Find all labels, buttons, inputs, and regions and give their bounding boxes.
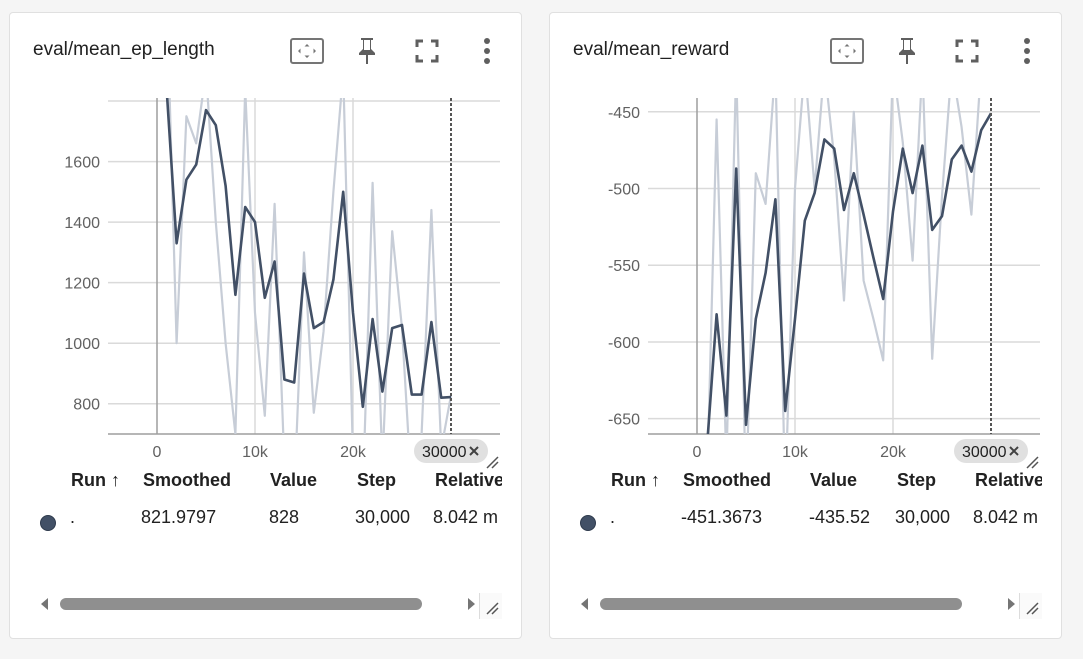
- col-run-header[interactable]: Run ↑: [71, 470, 141, 491]
- resize-handle-icon: [486, 602, 499, 615]
- step-chip-label: 30000: [962, 444, 1007, 461]
- pin-icon: [899, 38, 915, 64]
- y-tick-label: 1000: [64, 336, 100, 353]
- chevron-right-icon[interactable]: [1004, 597, 1018, 611]
- y-tick-label: 1600: [64, 155, 100, 172]
- resize-handle-icon[interactable]: [1025, 455, 1039, 469]
- line-chart[interactable]: -650 -600 -550 -500 -450 0 10k 20k 30000: [550, 83, 1063, 463]
- col-relative-header[interactable]: Relative: [435, 470, 502, 491]
- data-table-header: Run ↑ Smoothed Value Step Relative: [10, 470, 521, 500]
- chevron-right-icon[interactable]: [464, 597, 478, 611]
- fit-to-domain-button[interactable]: [829, 33, 865, 69]
- y-tick-label: 1800: [64, 94, 100, 111]
- y-tick-label: 1400: [64, 215, 100, 232]
- chevron-left-icon[interactable]: [578, 597, 592, 611]
- pin-button[interactable]: [349, 33, 385, 69]
- line-chart[interactable]: 800 1000 1200 1400 1600 1800 0 10k 20k 30000: [10, 83, 523, 463]
- col-smoothed-header[interactable]: Smoothed: [143, 470, 261, 491]
- fit-to-domain-icon: [290, 38, 324, 64]
- cell-step: 30,000: [355, 507, 411, 527]
- table-row: . 821.9797 828 30,000 8.042 m: [10, 507, 521, 537]
- data-table-header: Run ↑ Smoothed Value Step Relative: [550, 470, 1061, 500]
- x-tick-label: 20k: [340, 444, 367, 461]
- table-resize-corner[interactable]: [479, 593, 502, 619]
- chevron-left-icon[interactable]: [38, 597, 52, 611]
- more-vert-icon: [1024, 38, 1030, 64]
- more-options-button[interactable]: [1009, 33, 1045, 69]
- table-row: . -451.3673 -435.52 30,000 8.042 m: [550, 507, 1061, 537]
- more-vert-icon: [484, 38, 490, 64]
- horizontal-scrollbar[interactable]: [38, 595, 478, 613]
- fullscreen-icon: [955, 39, 979, 63]
- y-tick-label: 800: [73, 397, 100, 414]
- col-value-header[interactable]: Value: [810, 470, 890, 491]
- y-tick-label: -500: [608, 182, 640, 199]
- pin-icon: [359, 38, 375, 64]
- col-run-label: Run: [71, 470, 106, 490]
- table-resize-corner[interactable]: [1019, 593, 1042, 619]
- cell-run: .: [70, 507, 76, 527]
- fullscreen-button[interactable]: [409, 33, 445, 69]
- raw-series-line: [707, 98, 981, 434]
- cell-value: -435.52: [809, 507, 871, 527]
- step-chip-label: 30000: [422, 444, 467, 461]
- y-tick-label: 1200: [64, 276, 100, 293]
- y-tick-label: -550: [608, 258, 640, 275]
- cell-smoothed: 821.9797: [141, 507, 217, 527]
- cell-step: 30,000: [895, 507, 951, 527]
- fullscreen-button[interactable]: [949, 33, 985, 69]
- step-cursor-chip[interactable]: 30000: [954, 439, 1028, 463]
- pin-button[interactable]: [889, 33, 925, 69]
- col-relative-header[interactable]: Relative: [975, 470, 1042, 491]
- x-tick-label: 10k: [242, 444, 269, 461]
- col-smoothed-header[interactable]: Smoothed: [683, 470, 801, 491]
- step-cursor-chip[interactable]: 30000: [414, 439, 488, 463]
- scalar-card-mean-reward: eval/mean_reward -650 -600 -550 -500 -450 0 10…: [549, 12, 1062, 639]
- col-step-header[interactable]: Step: [897, 470, 972, 491]
- cell-relative: 8.042 m: [433, 507, 499, 527]
- card-title: eval/mean_reward: [573, 39, 730, 60]
- y-tick-label: -600: [608, 335, 640, 352]
- smoothed-series-line: [706, 112, 993, 434]
- col-step-header[interactable]: Step: [357, 470, 432, 491]
- more-options-button[interactable]: [469, 33, 505, 69]
- col-run-header[interactable]: Run ↑: [611, 470, 681, 491]
- cell-value: 828: [269, 507, 300, 527]
- fit-to-domain-button[interactable]: [289, 33, 325, 69]
- col-value-header[interactable]: Value: [270, 470, 350, 491]
- y-tick-label: -450: [608, 105, 640, 122]
- x-tick-label: 10k: [782, 444, 809, 461]
- resize-handle-icon[interactable]: [485, 455, 499, 469]
- x-tick-label: 20k: [880, 444, 907, 461]
- scrollbar-thumb[interactable]: [600, 598, 962, 610]
- arrow-up-icon: ↑: [651, 470, 661, 490]
- fullscreen-icon: [415, 39, 439, 63]
- cell-run: .: [610, 507, 616, 527]
- cell-smoothed: -451.3673: [681, 507, 763, 527]
- horizontal-scrollbar[interactable]: [578, 595, 1018, 613]
- scrollbar-thumb[interactable]: [60, 598, 422, 610]
- card-title: eval/mean_ep_length: [33, 39, 215, 60]
- resize-handle-icon: [1026, 602, 1039, 615]
- y-tick-label: -650: [608, 412, 640, 429]
- col-run-label: Run: [611, 470, 646, 490]
- scalar-card-mean-ep-length: eval/mean_ep_length 800 1000 1200 1400 1600 1…: [9, 12, 522, 639]
- fit-to-domain-icon: [830, 38, 864, 64]
- cell-relative: 8.042 m: [973, 507, 1039, 527]
- x-tick-label: 0: [153, 444, 162, 461]
- x-tick-label: 0: [693, 444, 702, 461]
- arrow-up-icon: ↑: [111, 470, 121, 490]
- raw-series-line: [168, 98, 453, 434]
